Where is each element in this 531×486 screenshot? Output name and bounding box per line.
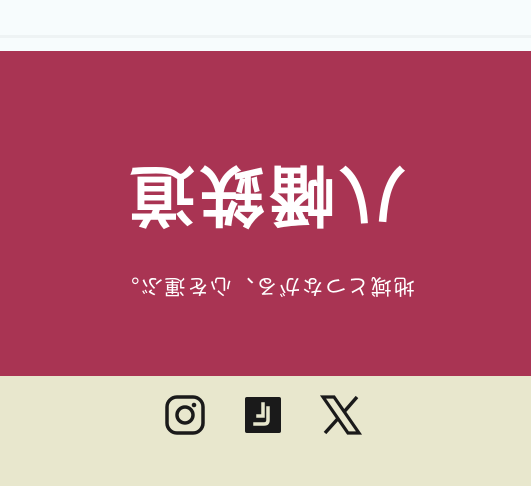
hero-banner: 八幡鉄道 地域とつながる、心を運ぶ。 (0, 51, 531, 376)
instagram-link[interactable] (163, 394, 207, 438)
instagram-icon (165, 395, 205, 435)
note-icon (245, 397, 281, 433)
top-bar (0, 0, 531, 35)
top-divider (0, 35, 531, 38)
note-link[interactable] (241, 394, 285, 438)
footer (0, 376, 531, 486)
hero-title: 八幡鉄道 (125, 156, 406, 233)
hero-tagline: 地域とつながる、心を運ぶ。 (116, 274, 415, 298)
x-link[interactable] (319, 394, 363, 438)
x-icon (319, 395, 363, 435)
